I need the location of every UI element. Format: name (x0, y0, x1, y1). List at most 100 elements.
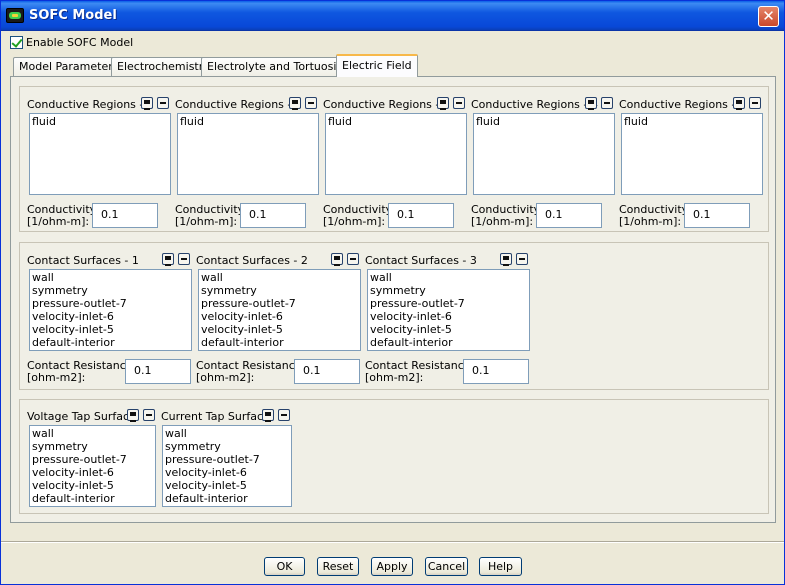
tab-electric-field[interactable]: Electric Field (336, 54, 418, 77)
list-item[interactable]: wall (201, 271, 358, 284)
list-deselect-icon[interactable] (157, 97, 169, 109)
list-item[interactable]: velocity-inlet-5 (165, 479, 289, 492)
list-select-all-icon[interactable] (437, 97, 449, 110)
list-deselect-icon[interactable] (305, 97, 317, 109)
close-button[interactable]: ✕ (758, 6, 779, 27)
list-select-all-icon[interactable] (331, 253, 343, 266)
contact-surfaces-2-label: Contact Surfaces - 2 (196, 254, 308, 267)
conductive-regions-3-list[interactable]: fluid (325, 113, 467, 195)
list-item[interactable]: symmetry (201, 284, 358, 297)
list-deselect-icon[interactable] (516, 253, 528, 265)
list-item[interactable]: fluid (476, 115, 612, 128)
conductive-regions-5-label: Conductive Regions - 5 (619, 98, 746, 111)
list-item[interactable]: pressure-outlet-7 (32, 297, 189, 310)
list-item[interactable]: pressure-outlet-7 (32, 453, 153, 466)
cancel-button[interactable]: Cancel (425, 557, 468, 576)
ok-button[interactable]: OK (264, 557, 305, 576)
conductivity-3-input[interactable]: 0.1 (388, 203, 454, 228)
list-item[interactable]: symmetry (32, 440, 153, 453)
list-item[interactable]: pressure-outlet-7 (370, 297, 527, 310)
title-bar[interactable]: SOFC Model ✕ (1, 1, 784, 31)
list-item[interactable]: fluid (180, 115, 316, 128)
contact-resistance-3-input[interactable]: 0.1 (463, 359, 529, 384)
list-item[interactable]: default-interior (32, 492, 153, 505)
list-item[interactable]: default-interior (165, 492, 289, 505)
apply-button[interactable]: Apply (371, 557, 413, 576)
list-item[interactable]: wall (32, 427, 153, 440)
list-deselect-icon[interactable] (347, 253, 359, 265)
list-select-all-icon[interactable] (500, 253, 512, 266)
conductive-regions-4-list[interactable]: fluid (473, 113, 615, 195)
list-select-all-icon[interactable] (162, 253, 174, 266)
list-item[interactable]: wall (165, 427, 289, 440)
tab-electrolyte-tortuosity[interactable]: Electrolyte and Tortuosity (201, 57, 354, 76)
conductivity-1-label: Conductivity [1/ohm-m]: (27, 203, 97, 228)
list-select-all-icon[interactable] (585, 97, 597, 110)
contact-resistance-3-label: Contact Resistance [ohm-m2]: (365, 359, 471, 384)
list-item[interactable]: velocity-inlet-6 (201, 310, 358, 323)
tab-model-parameters[interactable]: Model Parameters (13, 57, 125, 76)
tap-surfaces-group: Voltage Tap Surface wall symmetry pressu… (19, 399, 769, 514)
button-separator (1, 541, 784, 543)
list-deselect-icon[interactable] (749, 97, 761, 109)
conductive-regions-5-list[interactable]: fluid (621, 113, 763, 195)
conductive-regions-1-label: Conductive Regions - 1 (27, 98, 154, 111)
contact-resistance-2-input[interactable]: 0.1 (294, 359, 360, 384)
help-button[interactable]: Help (479, 557, 522, 576)
list-item[interactable]: velocity-inlet-6 (32, 310, 189, 323)
enable-sofc-checkbox[interactable] (10, 36, 23, 49)
conductivity-4-input[interactable]: 0.1 (536, 203, 602, 228)
contact-surfaces-group: Contact Surfaces - 1 wall symmetry press… (19, 242, 769, 390)
list-select-all-icon[interactable] (127, 409, 139, 422)
list-item[interactable]: velocity-inlet-5 (370, 323, 527, 336)
conductivity-5-input[interactable]: 0.1 (684, 203, 750, 228)
conductivity-3-label: Conductivity [1/ohm-m]: (323, 203, 393, 228)
list-item[interactable]: default-interior (370, 336, 527, 349)
contact-resistance-1-label: Contact Resistance [ohm-m2]: (27, 359, 133, 384)
list-select-all-icon[interactable] (289, 97, 301, 110)
conductivity-2-input[interactable]: 0.1 (240, 203, 306, 228)
list-select-all-icon[interactable] (262, 409, 274, 422)
list-item[interactable]: velocity-inlet-6 (370, 310, 527, 323)
list-item[interactable]: symmetry (165, 440, 289, 453)
contact-surfaces-1-list[interactable]: wall symmetry pressure-outlet-7 velocity… (29, 269, 192, 351)
list-item[interactable]: velocity-inlet-6 (165, 466, 289, 479)
list-item[interactable]: velocity-inlet-5 (32, 479, 153, 492)
current-tap-surface-list[interactable]: wall symmetry pressure-outlet-7 velocity… (162, 425, 292, 507)
conductive-regions-1-list[interactable]: fluid (29, 113, 171, 195)
contact-resistance-1-input[interactable]: 0.1 (125, 359, 191, 384)
contact-surfaces-1-label: Contact Surfaces - 1 (27, 254, 139, 267)
list-item[interactable]: velocity-inlet-5 (32, 323, 189, 336)
conductivity-5-label: Conductivity [1/ohm-m]: (619, 203, 689, 228)
list-select-all-icon[interactable] (141, 97, 153, 110)
conductivity-4-label: Conductivity [1/ohm-m]: (471, 203, 541, 228)
list-select-all-icon[interactable] (733, 97, 745, 110)
list-item[interactable]: wall (370, 271, 527, 284)
contact-surfaces-2-list[interactable]: wall symmetry pressure-outlet-7 velocity… (198, 269, 361, 351)
voltage-tap-surface-list[interactable]: wall symmetry pressure-outlet-7 velocity… (29, 425, 156, 507)
list-deselect-icon[interactable] (143, 409, 155, 421)
conductive-regions-2-list[interactable]: fluid (177, 113, 319, 195)
list-item[interactable]: default-interior (201, 336, 358, 349)
conductive-regions-2-label: Conductive Regions - 2 (175, 98, 302, 111)
list-deselect-icon[interactable] (453, 97, 465, 109)
contact-resistance-2-label: Contact Resistance [ohm-m2]: (196, 359, 302, 384)
list-deselect-icon[interactable] (178, 253, 190, 265)
current-tap-surface-label: Current Tap Surface (161, 410, 270, 423)
conductivity-1-input[interactable]: 0.1 (92, 203, 158, 228)
list-item[interactable]: pressure-outlet-7 (165, 453, 289, 466)
list-item[interactable]: symmetry (32, 284, 189, 297)
list-item[interactable]: wall (32, 271, 189, 284)
contact-surfaces-3-list[interactable]: wall symmetry pressure-outlet-7 velocity… (367, 269, 530, 351)
list-deselect-icon[interactable] (601, 97, 613, 109)
list-item[interactable]: velocity-inlet-6 (32, 466, 153, 479)
list-item[interactable]: pressure-outlet-7 (201, 297, 358, 310)
list-item[interactable]: fluid (328, 115, 464, 128)
reset-button[interactable]: Reset (317, 557, 359, 576)
list-item[interactable]: symmetry (370, 284, 527, 297)
list-item[interactable]: fluid (624, 115, 760, 128)
list-item[interactable]: default-interior (32, 336, 189, 349)
list-item[interactable]: fluid (32, 115, 168, 128)
list-deselect-icon[interactable] (278, 409, 290, 421)
list-item[interactable]: velocity-inlet-5 (201, 323, 358, 336)
